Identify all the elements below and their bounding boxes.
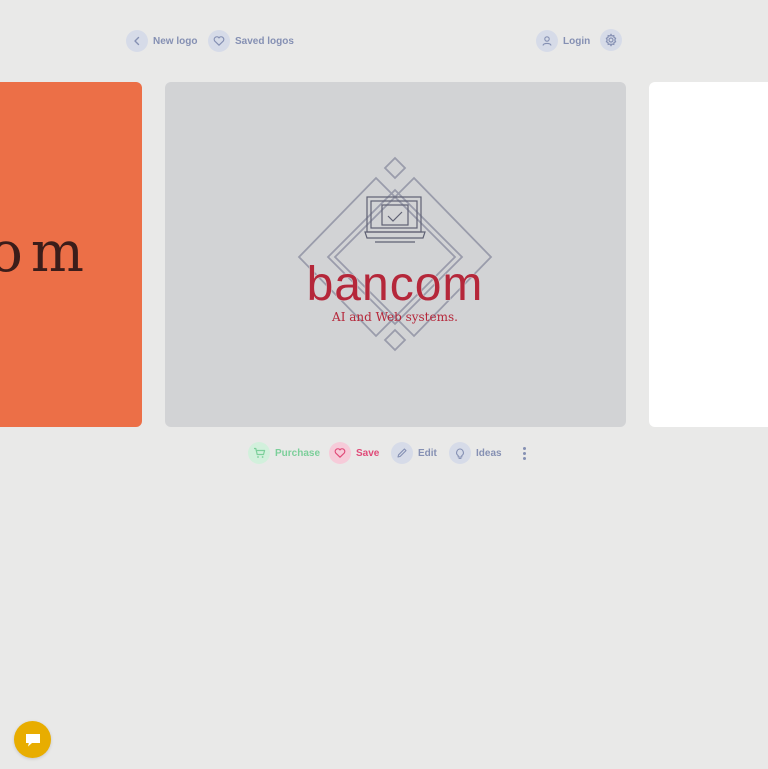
save-label: Save xyxy=(356,447,380,459)
logo-name: bancom xyxy=(307,258,484,311)
settings-button[interactable] xyxy=(600,29,622,51)
dot xyxy=(522,456,526,460)
ideas-button[interactable]: Ideas xyxy=(449,441,502,465)
chat-button[interactable] xyxy=(14,721,51,758)
saved-logos-label: Saved logos xyxy=(235,35,294,47)
ideas-label: Ideas xyxy=(476,447,502,459)
heart-icon xyxy=(329,442,351,464)
new-logo-button[interactable]: New logo xyxy=(126,29,197,53)
edit-button[interactable]: Edit xyxy=(391,441,437,465)
logo-preview-card[interactable]: bancom AI and Web systems. xyxy=(165,82,626,427)
gear-icon xyxy=(604,33,618,47)
previous-logo-text: om xyxy=(0,220,92,285)
top-navigation: New logo Saved logos Login xyxy=(0,0,768,82)
edit-label: Edit xyxy=(418,447,437,459)
cart-icon xyxy=(248,442,270,464)
new-logo-label: New logo xyxy=(153,35,198,47)
dot xyxy=(522,451,526,455)
lightbulb-icon xyxy=(449,442,471,464)
next-logo-card[interactable] xyxy=(649,82,768,427)
pencil-icon xyxy=(391,442,413,464)
saved-logos-button[interactable]: Saved logos xyxy=(208,29,294,53)
login-button[interactable]: Login xyxy=(536,29,590,53)
more-options-button[interactable] xyxy=(516,441,532,465)
logo-actions: Purchase Save Edit Ideas xyxy=(0,441,768,465)
chevron-left-icon xyxy=(126,30,148,52)
login-label: Login xyxy=(563,35,591,47)
logo-tagline: AI and Web systems. xyxy=(331,310,458,324)
purchase-button[interactable]: Purchase xyxy=(248,441,320,465)
save-button[interactable]: Save xyxy=(329,441,379,465)
logo-graphic: bancom AI and Web systems. xyxy=(297,156,493,352)
previous-logo-card[interactable]: om xyxy=(0,82,142,427)
dot xyxy=(522,446,526,450)
laptop-icon xyxy=(364,196,426,243)
purchase-label: Purchase xyxy=(275,447,321,459)
heart-icon xyxy=(208,30,230,52)
user-icon xyxy=(536,30,558,52)
chat-bubble-icon xyxy=(24,732,42,748)
